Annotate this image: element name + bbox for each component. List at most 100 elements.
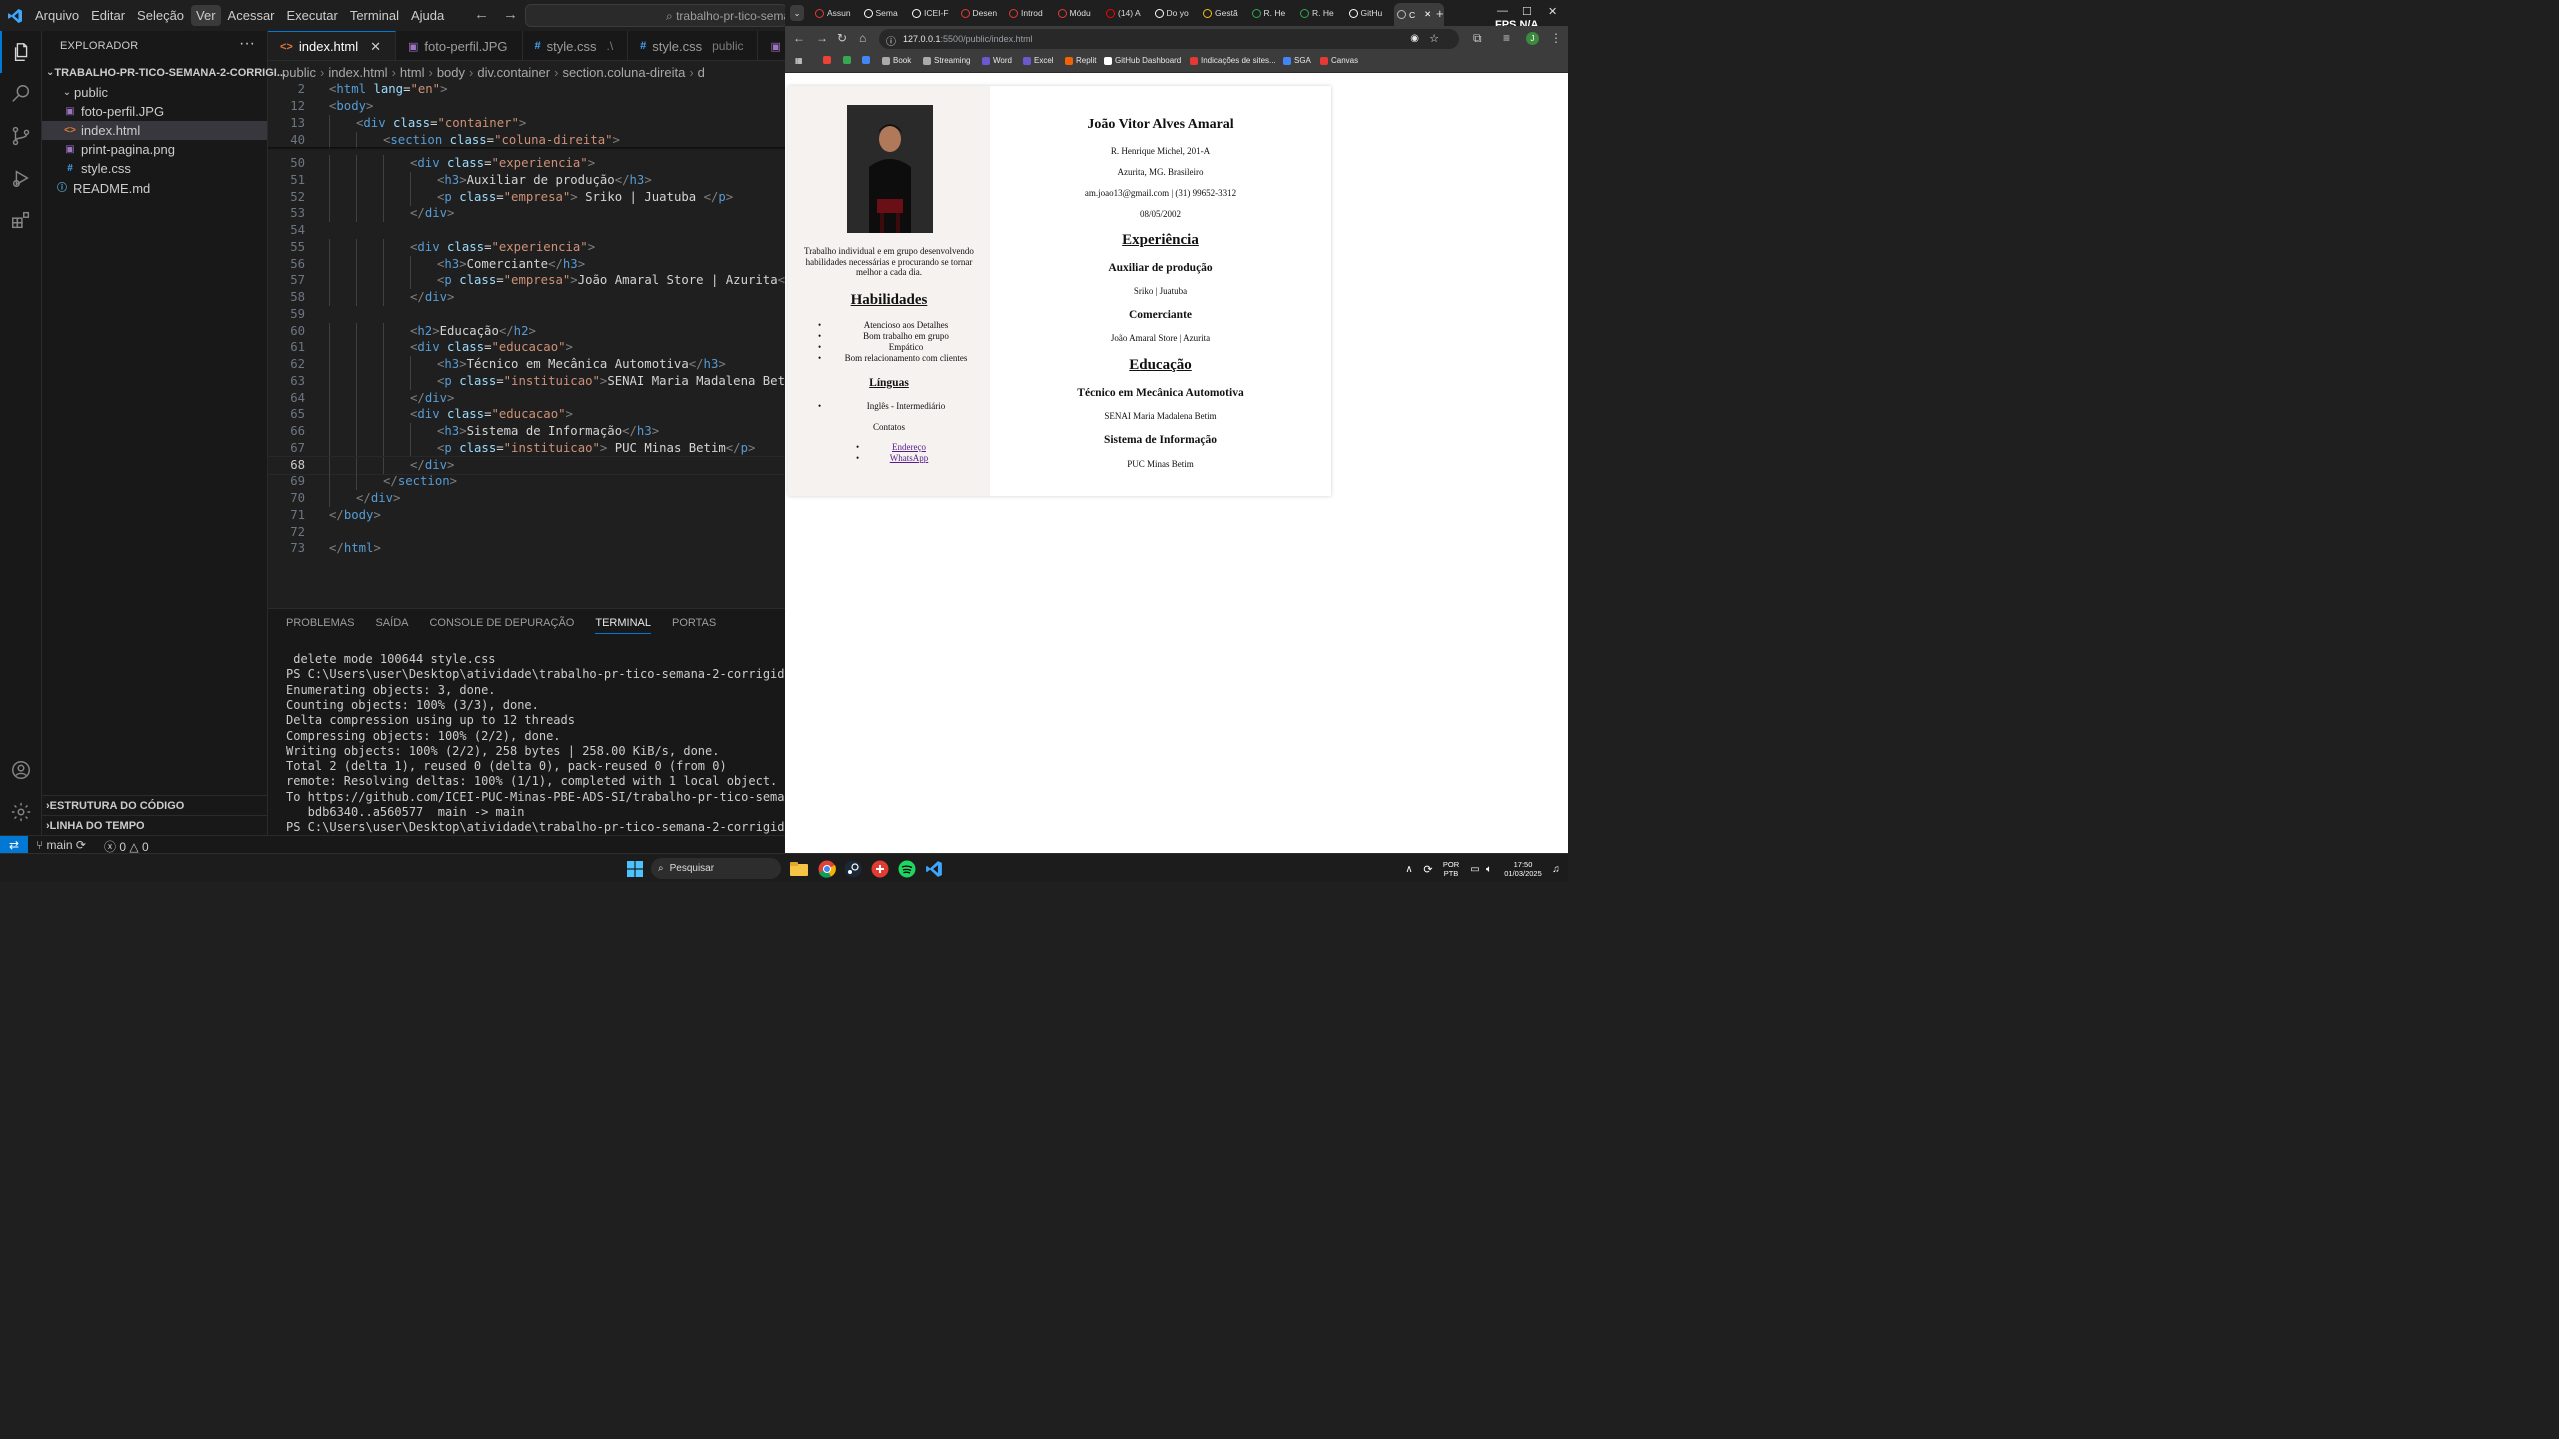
editor-tab[interactable]: <> index.html ✕: [268, 31, 397, 60]
explorer-files-icon[interactable]: [0, 31, 42, 73]
whatsapp-link[interactable]: WhatsApp: [890, 453, 929, 463]
more-actions-icon[interactable]: ···: [239, 35, 255, 53]
tree-item[interactable]: # style.css: [42, 159, 267, 178]
menu-item[interactable]: Ver: [191, 5, 221, 26]
forward-arrow-icon[interactable]: →: [503, 6, 518, 23]
site-info-icon[interactable]: ⓘ: [886, 33, 896, 48]
panel-tab[interactable]: PORTAS: [672, 617, 716, 634]
account-icon[interactable]: [0, 749, 42, 791]
branch-status[interactable]: ⑂ main ⟳: [36, 838, 86, 852]
outline-section[interactable]: › ESTRUTURA DO CÓDIGO: [42, 795, 267, 815]
menu-item[interactable]: Ajuda: [406, 5, 449, 26]
bookmark-star-icon[interactable]: ☆: [1429, 32, 1439, 45]
notifications-bell-icon[interactable]: ♫: [1546, 859, 1566, 879]
vscode-taskbar-icon[interactable]: [924, 859, 944, 879]
spotify-icon[interactable]: [897, 859, 917, 879]
taskbar-search[interactable]: ⌕ Pesquisar: [651, 858, 781, 879]
bookmark-item[interactable]: SGA: [1283, 56, 1311, 65]
panel-tab[interactable]: TERMINAL: [595, 617, 651, 634]
breadcrumb-item[interactable]: d: [698, 65, 705, 80]
breadcrumb-item[interactable]: body: [437, 65, 465, 80]
code-editor[interactable]: 2 <html lang="en"> 12 <body> 13 <div class="c…: [267, 81, 815, 608]
browser-tab[interactable]: Introd: [1006, 3, 1052, 23]
chrome-icon[interactable]: [817, 859, 837, 879]
bookmark-item[interactable]: Indicações de sites...: [1190, 56, 1276, 65]
bookmark-item[interactable]: GitHub Dashboard: [1104, 56, 1181, 65]
close-tab-icon[interactable]: ✕: [1424, 9, 1431, 20]
address-link[interactable]: Endereço: [892, 442, 926, 452]
remote-indicator-icon[interactable]: ⇄: [0, 836, 28, 854]
editor-tab[interactable]: ▣ foto-perfil.JPG: [396, 31, 523, 60]
browser-tab[interactable]: Sema: [861, 3, 907, 23]
bookmark-item[interactable]: Excel: [1023, 56, 1054, 65]
new-tab-button[interactable]: +: [1436, 3, 1448, 23]
browser-tab[interactable]: Gestã: [1200, 3, 1246, 23]
back-icon[interactable]: ←: [793, 31, 805, 45]
browser-tab[interactable]: (14) A: [1103, 3, 1149, 23]
tree-item[interactable]: ⌄ public: [42, 83, 267, 102]
profile-avatar[interactable]: J: [1526, 32, 1539, 45]
tree-item[interactable]: <> index.html: [42, 121, 267, 140]
volume-icon[interactable]: 🔈︎: [1479, 859, 1499, 879]
back-arrow-icon[interactable]: ←: [474, 6, 489, 23]
breadcrumb-item[interactable]: index.html: [328, 65, 387, 80]
clock[interactable]: 17:50 01/03/2025: [1500, 860, 1546, 878]
menu-item[interactable]: Arquivo: [30, 5, 84, 26]
reading-list-icon[interactable]: ≡: [1503, 31, 1510, 45]
bookmark-item[interactable]: Word: [982, 56, 1012, 65]
editor-tab[interactable]: # style.css public: [628, 31, 759, 60]
file-explorer-icon[interactable]: [789, 859, 809, 879]
browser-tab[interactable]: R. He: [1297, 3, 1343, 23]
browser-tab[interactable]: Módu: [1055, 3, 1101, 23]
browser-tab[interactable]: GitHu: [1346, 3, 1392, 23]
bookmark-item[interactable]: Book: [882, 56, 911, 65]
steam-icon[interactable]: [843, 859, 863, 879]
command-center[interactable]: ⌕ trabalho-pr-tico-semana: [525, 4, 787, 27]
timeline-section[interactable]: › LINHA DO TEMPO: [42, 815, 267, 835]
bookmark-item[interactable]: Replit: [1065, 56, 1096, 65]
menu-item[interactable]: Editar: [86, 5, 130, 26]
url-input[interactable]: ⓘ 127.0.0.1:5500/public/index.html ◉ ☆: [879, 29, 1459, 49]
browser-menu-icon[interactable]: ⋮: [1550, 31, 1562, 45]
sync-tray-icon[interactable]: ⟳: [1418, 859, 1438, 879]
breadcrumb-item[interactable]: html: [400, 65, 425, 80]
browser-tab[interactable]: ICEI-F: [909, 3, 955, 23]
tree-item[interactable]: ⓘ README.md: [42, 179, 267, 198]
close-window-icon[interactable]: ✕: [1548, 5, 1557, 18]
forward-icon[interactable]: →: [816, 31, 828, 45]
extensions-puzzle-icon[interactable]: ⧉: [1473, 31, 1482, 46]
source-control-icon[interactable]: [0, 115, 42, 157]
minimize-icon[interactable]: —: [1497, 5, 1508, 17]
breadcrumb-item[interactable]: public: [282, 65, 316, 80]
tree-item[interactable]: ▣ print-pagina.png: [42, 140, 267, 159]
tree-item[interactable]: ▣ foto-perfil.JPG: [42, 102, 267, 121]
maximize-icon[interactable]: ☐: [1522, 5, 1532, 18]
panel-tab[interactable]: CONSOLE DE DEPURAÇÃO: [429, 617, 574, 634]
browser-tab[interactable]: Assun: [812, 3, 858, 23]
bookmark-item[interactable]: [862, 56, 870, 64]
antivirus-icon[interactable]: [870, 859, 890, 879]
menu-item[interactable]: Seleção: [132, 5, 189, 26]
menu-item[interactable]: Terminal: [345, 5, 404, 26]
run-debug-icon[interactable]: [0, 157, 42, 199]
browser-tab[interactable]: Desen: [958, 3, 1004, 23]
breadcrumb-item[interactable]: section.coluna-direita: [562, 65, 685, 80]
breadcrumb-item[interactable]: div.container: [477, 65, 550, 80]
eye-icon[interactable]: ◉: [1410, 33, 1419, 44]
bookmark-item[interactable]: Streaming: [923, 56, 970, 65]
chevron-up-icon[interactable]: ∧: [1399, 859, 1419, 879]
search-icon[interactable]: [0, 73, 42, 115]
bookmark-item[interactable]: [843, 56, 851, 64]
extensions-icon[interactable]: [0, 199, 42, 241]
editor-tab[interactable]: # style.css .\: [523, 31, 629, 60]
tab-search-icon[interactable]: ⌄: [790, 5, 804, 21]
workspace-root[interactable]: ⌄ TRABALHO-PR-TICO-SEMANA-2-CORRIGI...: [42, 63, 286, 82]
home-icon[interactable]: ⌂: [859, 31, 866, 45]
apps-grid-icon[interactable]: ▦: [795, 56, 803, 65]
browser-tab[interactable]: R. He: [1249, 3, 1295, 23]
bookmark-item[interactable]: Canvas: [1320, 56, 1358, 65]
close-tab-icon[interactable]: ✕: [370, 39, 381, 55]
browser-tab[interactable]: Do yo: [1152, 3, 1198, 23]
menu-item[interactable]: Acessar: [223, 5, 280, 26]
editor-tab[interactable]: ▣print: [758, 31, 785, 60]
